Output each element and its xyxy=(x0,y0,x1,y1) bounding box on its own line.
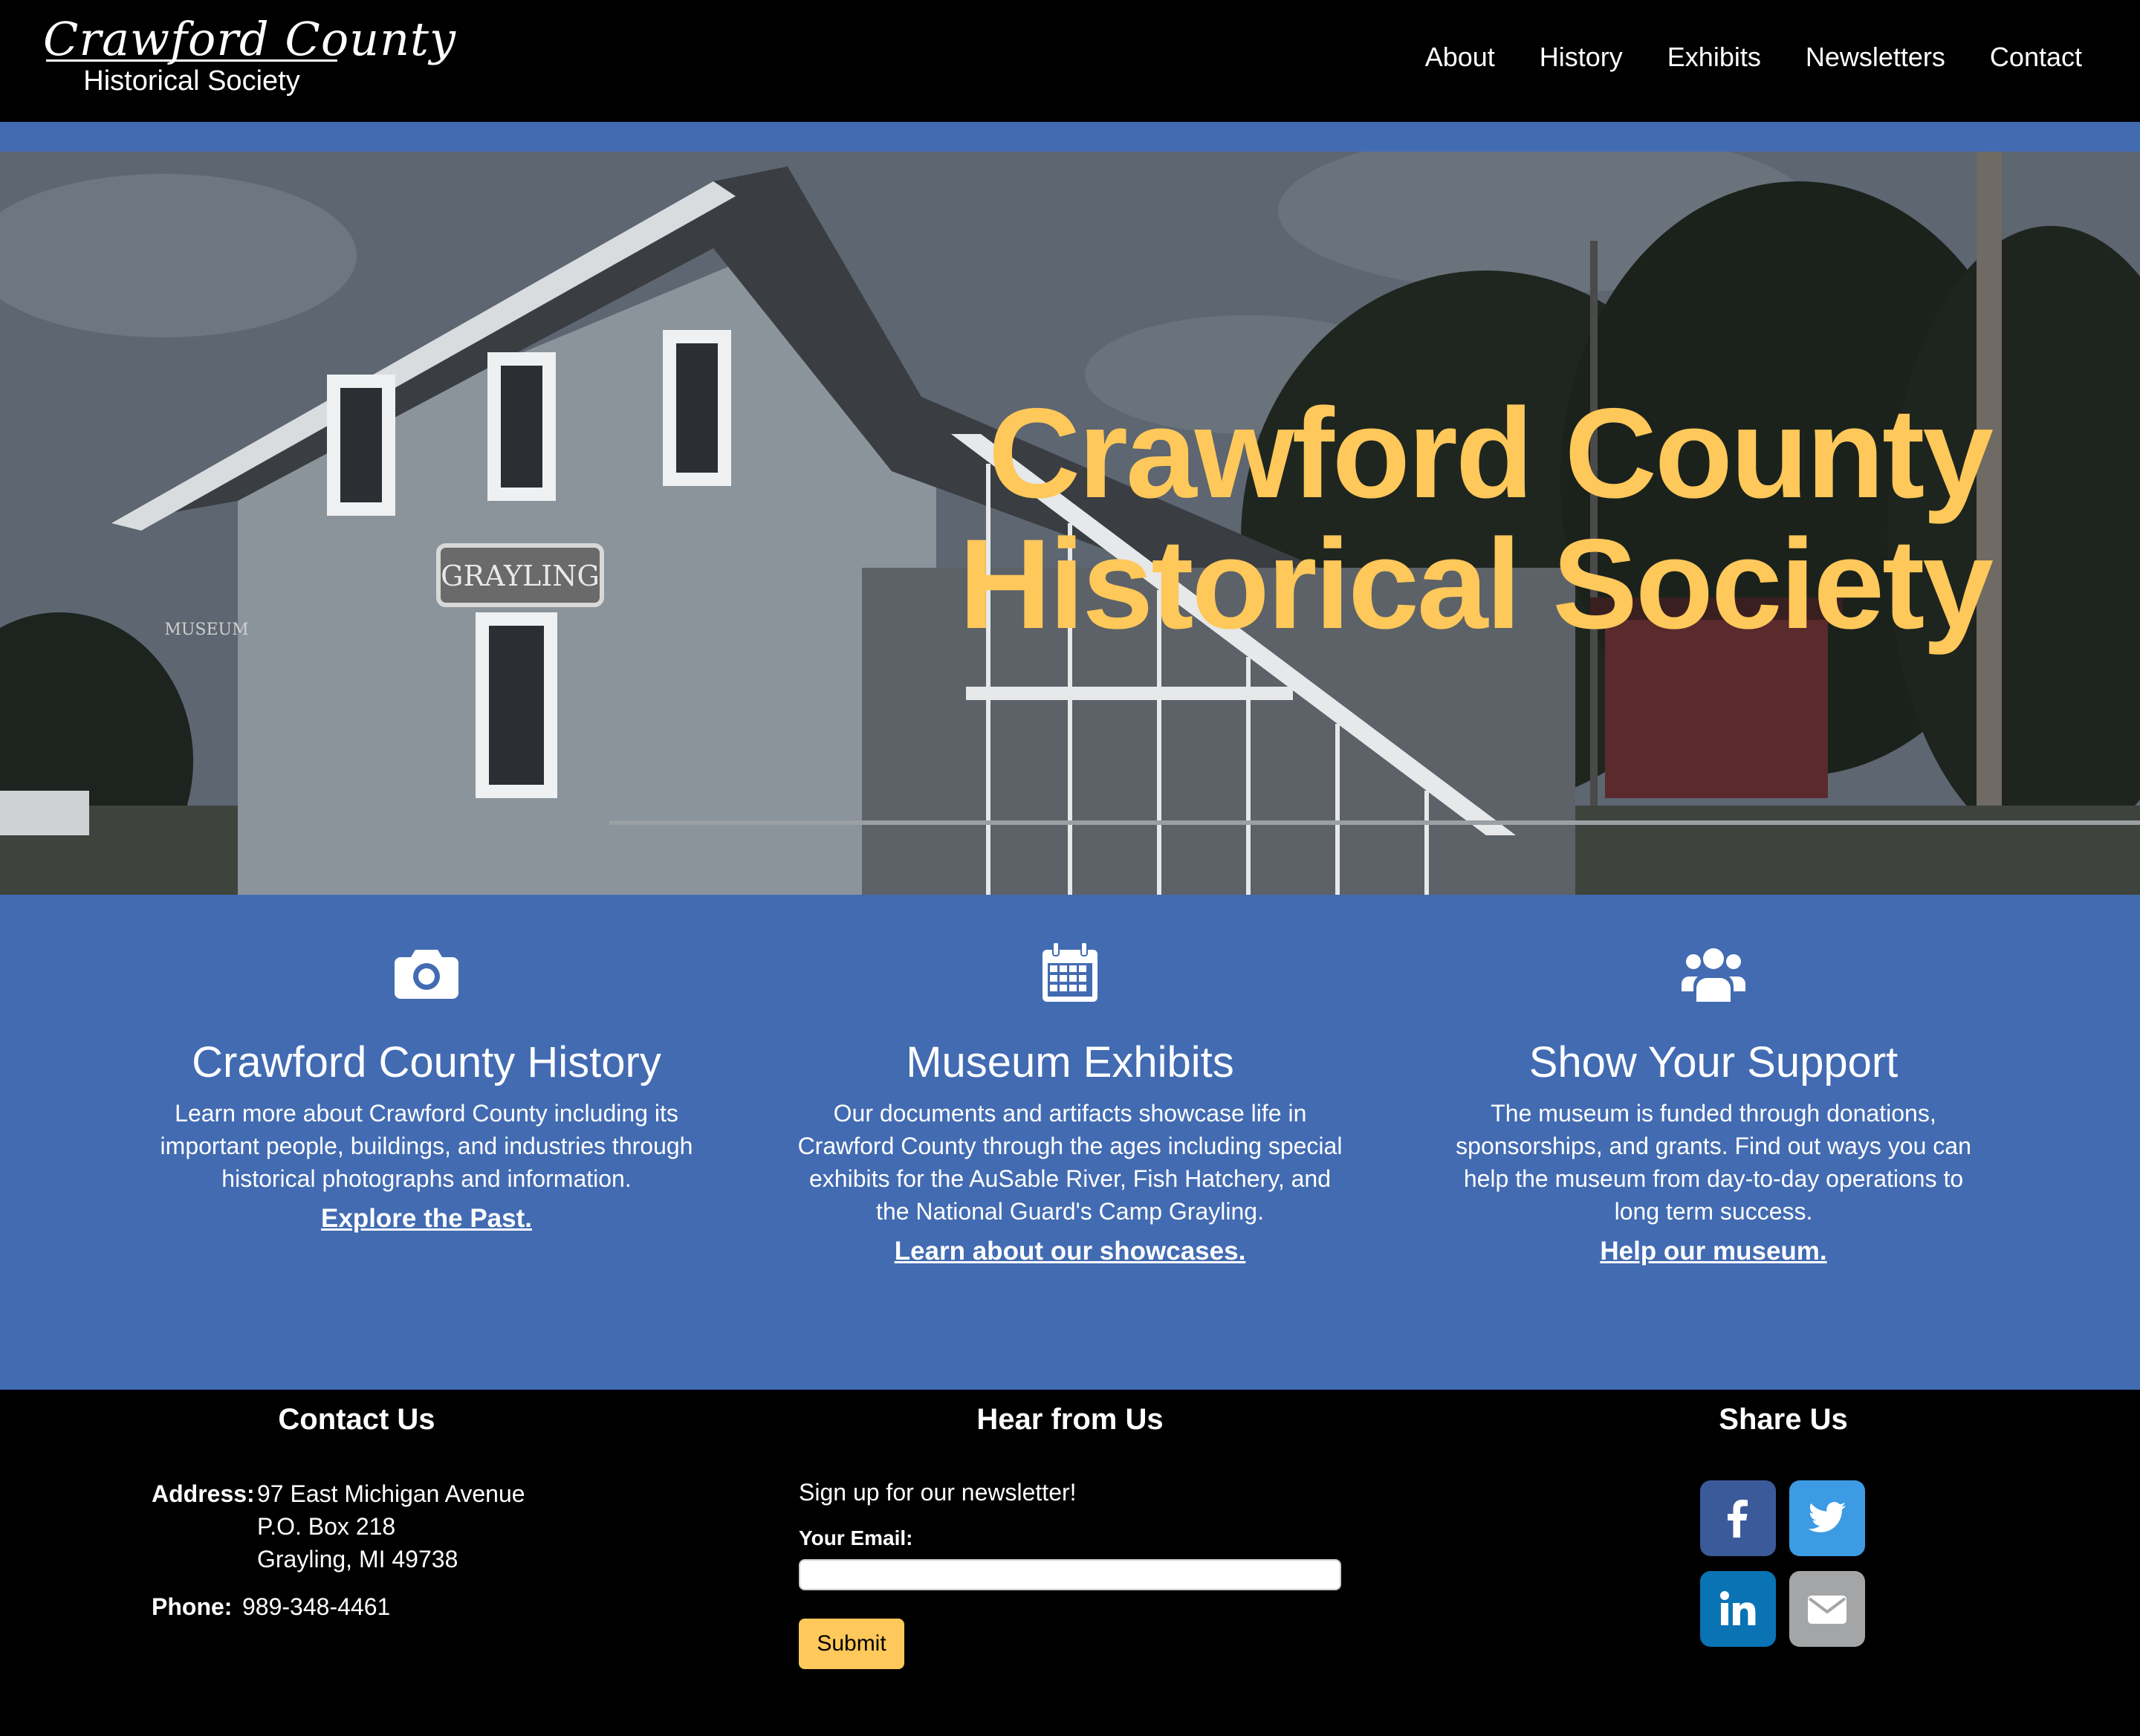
submit-button[interactable]: Submit xyxy=(799,1619,904,1669)
feature-exhibits: Museum Exhibits Our documents and artifa… xyxy=(795,939,1345,1266)
site-footer: Contact Us Address: 97 East Michigan Ave… xyxy=(0,1390,2140,1736)
email-input[interactable] xyxy=(799,1559,1341,1590)
hero-title: Crawford County Historical Society xyxy=(959,382,1994,655)
contact-column: Contact Us xyxy=(0,1390,713,1437)
feature-support-text: The museum is funded through donations, … xyxy=(1456,1100,1971,1225)
facebook-icon xyxy=(1728,1500,1748,1538)
logo-divider xyxy=(46,59,337,62)
site-header: Crawford County Historical Society About… xyxy=(0,0,2140,122)
grayling-sign-text: GRAYLING xyxy=(441,560,600,592)
phone-number[interactable]: 989-348-4461 xyxy=(242,1593,390,1621)
nav-history[interactable]: History xyxy=(1540,42,1623,73)
contact-heading: Contact Us xyxy=(278,1403,435,1436)
linkedin-button[interactable] xyxy=(1700,1571,1776,1647)
hero-banner: GRAYLING MUSEUM Crawford County Historic… xyxy=(0,152,2140,895)
address-line-1: 97 East Michigan Avenue xyxy=(257,1480,525,1507)
email-share-button[interactable] xyxy=(1789,1571,1865,1647)
newsletter-heading: Hear from Us xyxy=(976,1403,1164,1436)
address-label: Address: xyxy=(152,1480,255,1507)
newsletter-column: Hear from Us xyxy=(713,1390,1427,1437)
twitter-icon xyxy=(1808,1502,1846,1532)
features-section: Crawford County History Learn more about… xyxy=(0,895,2140,1390)
calendar-icon xyxy=(1043,942,1097,1002)
share-column: Share Us xyxy=(1427,1390,2140,1437)
users-icon xyxy=(1682,948,1745,1002)
feature-history-title: Crawford County History xyxy=(192,1038,661,1086)
camera-icon xyxy=(395,950,458,999)
feature-exhibits-title: Museum Exhibits xyxy=(906,1038,1234,1086)
phone-block: Phone: 989-348-4461 xyxy=(152,1593,390,1621)
site-logo[interactable]: Crawford County Historical Society xyxy=(43,12,456,100)
logo-subtitle: Historical Society xyxy=(83,65,300,97)
help-museum-link[interactable]: Help our museum. xyxy=(1600,1237,1826,1266)
hero-title-line2: Historical Society xyxy=(959,513,1994,655)
feature-support: Show Your Support The museum is funded t… xyxy=(1439,939,1988,1266)
address-line-3: Grayling, MI 49738 xyxy=(257,1546,458,1573)
nav-exhibits[interactable]: Exhibits xyxy=(1667,42,1761,73)
newsletter-intro: Sign up for our newsletter! xyxy=(799,1479,1077,1506)
email-label: Your Email: xyxy=(799,1526,913,1549)
nav-contact[interactable]: Contact xyxy=(1990,42,2082,73)
address-block: Address: 97 East Michigan Avenue P.O. Bo… xyxy=(152,1477,525,1575)
accent-bar xyxy=(0,122,2140,152)
linkedin-icon xyxy=(1720,1591,1756,1625)
logo-script-text: Crawford County xyxy=(43,12,456,66)
nav-newsletters[interactable]: Newsletters xyxy=(1806,42,1945,73)
share-heading: Share Us xyxy=(1719,1403,1848,1436)
museum-sign-text: MUSEUM xyxy=(164,621,248,639)
explore-past-link[interactable]: Explore the Past. xyxy=(321,1204,532,1234)
feature-history: Crawford County History Learn more about… xyxy=(152,939,701,1234)
email-icon xyxy=(1808,1596,1846,1624)
twitter-button[interactable] xyxy=(1789,1480,1865,1556)
feature-exhibits-text: Our documents and artifacts showcase lif… xyxy=(797,1100,1343,1225)
main-nav: About History Exhibits Newsletters Conta… xyxy=(1425,42,2082,73)
nav-about[interactable]: About xyxy=(1425,42,1495,73)
feature-history-text: Learn more about Crawford County includi… xyxy=(160,1100,693,1192)
showcases-link[interactable]: Learn about our showcases. xyxy=(895,1237,1246,1266)
address-line-2: P.O. Box 218 xyxy=(257,1513,396,1540)
feature-support-title: Show Your Support xyxy=(1528,1038,1899,1086)
facebook-button[interactable] xyxy=(1700,1480,1776,1556)
hero-title-line1: Crawford County xyxy=(988,382,1994,525)
phone-label: Phone: xyxy=(152,1593,233,1620)
